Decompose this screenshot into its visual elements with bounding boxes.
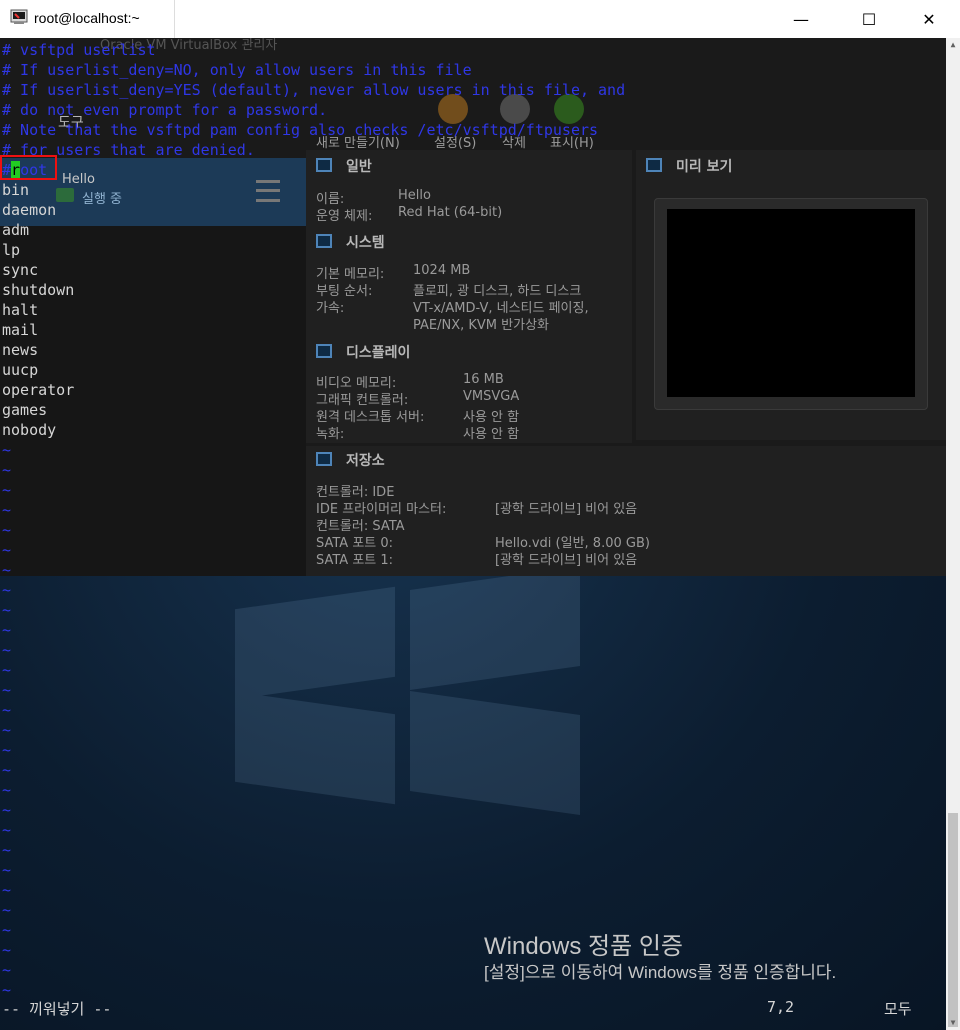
tilde-line: ~ [2,761,12,779]
tilde-line: ~ [2,821,12,839]
user-line: mail [2,321,39,339]
tilde-line: ~ [2,861,12,879]
highlight-box [0,155,57,180]
vertical-scrollbar[interactable]: ▲ ▼ [946,38,960,1030]
maximize-button[interactable]: ☐ [846,0,892,38]
close-button[interactable]: ✕ [906,0,952,38]
putty-icon [10,9,28,24]
vim-mode-indicator: -- 끼워넣기 -- [2,1000,112,1018]
user-line: shutdown [2,281,75,299]
activation-watermark-title: Windows 정품 인증 [484,933,684,960]
comment-line: # vsftpd userlist [2,41,156,59]
vim-editor[interactable]: # vsftpd userlist # If userlist_deny=NO,… [0,38,946,1030]
tilde-line: ~ [2,601,12,619]
comment-line: # If userlist_deny=NO, only allow users … [2,61,472,79]
user-line: uucp [2,361,39,379]
tilde-line: ~ [2,781,12,799]
tilde-line: ~ [2,701,12,719]
minimize-button[interactable]: — [778,0,824,38]
scroll-up-arrow-icon[interactable]: ▲ [946,38,960,52]
tilde-line: ~ [2,661,12,679]
activation-watermark-subtitle: [설정]으로 이동하여 Windows를 정품 인증합니다. [484,963,837,982]
window-title: root@localhost:~ [34,10,140,26]
tilde-line: ~ [2,441,12,459]
scroll-down-arrow-icon[interactable]: ▼ [946,1016,960,1030]
user-line: daemon [2,201,57,219]
user-line: lp [2,241,21,259]
cursor-position: 7,2 [767,998,795,1016]
tilde-line: ~ [2,501,12,519]
user-line: halt [2,301,39,319]
tilde-line: ~ [2,541,12,559]
tilde-line: ~ [2,641,12,659]
scrollbar-thumb[interactable] [948,813,958,1027]
user-line: adm [2,221,30,239]
comment-line: # do not even prompt for a password. [2,101,328,119]
title-bar: root@localhost:~ — ☐ ✕ [0,0,960,38]
tilde-line: ~ [2,621,12,639]
user-line: bin [2,181,30,199]
tilde-line: ~ [2,721,12,739]
tilde-line: ~ [2,841,12,859]
tilde-line: ~ [2,581,12,599]
tilde-line: ~ [2,521,12,539]
tilde-line: ~ [2,461,12,479]
tilde-line: ~ [2,981,12,999]
comment-line: # Note that the vsftpd pam config also c… [2,121,599,139]
tilde-line: ~ [2,481,12,499]
tilde-line: ~ [2,561,12,579]
user-line: games [2,401,48,419]
tilde-line: ~ [2,801,12,819]
tilde-line: ~ [2,961,12,979]
user-line: news [2,341,39,359]
tilde-line: ~ [2,921,12,939]
scroll-indicator: 모두 [884,1000,912,1018]
tilde-line: ~ [2,881,12,899]
tilde-line: ~ [2,941,12,959]
tilde-line: ~ [2,741,12,759]
user-line: operator [2,381,75,399]
tilde-line: ~ [2,681,12,699]
tilde-line: ~ [2,901,12,919]
user-line: sync [2,261,39,279]
comment-line: # If userlist_deny=YES (default), never … [2,81,626,99]
user-line: nobody [2,421,57,439]
